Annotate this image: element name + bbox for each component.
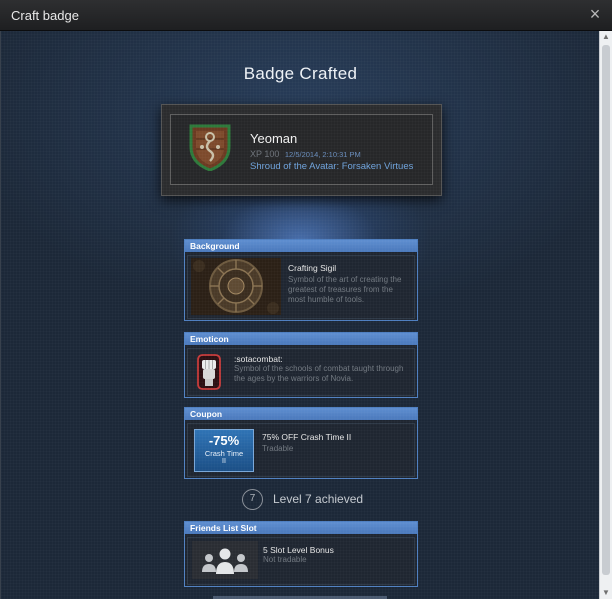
shield-sigil-icon xyxy=(189,124,231,171)
badge-date: 12/5/2014, 2:10:31 PM xyxy=(284,150,361,159)
vertical-scrollbar[interactable]: ▲ ▼ xyxy=(599,31,612,599)
reward-body: Crafting Sigil Symbol of the art of crea… xyxy=(187,255,415,319)
close-icon[interactable]: × xyxy=(587,5,603,23)
reward-type-label: Coupon xyxy=(185,408,417,420)
scroll-up-icon[interactable]: ▲ xyxy=(600,31,612,43)
badge-card-inner: Yeoman XP 100 12/5/2014, 2:10:31 PM Shro… xyxy=(170,114,433,185)
reward-emoticon: Emoticon :sotacombat: Symbol of the scho… xyxy=(184,332,418,398)
reward-description: Tradable xyxy=(262,444,294,453)
badge-card: Yeoman XP 100 12/5/2014, 2:10:31 PM Shro… xyxy=(161,104,442,196)
reward-body: :sotacombat: Symbol of the schools of co… xyxy=(187,348,415,396)
title-bar: Craft badge × xyxy=(0,0,612,31)
level-badge-icon: 7 xyxy=(242,489,263,510)
reward-title: Crafting Sigil xyxy=(288,263,337,273)
reward-coupon: Coupon -75% Crash Time II 75% OFF Crash … xyxy=(184,407,418,479)
reward-type-label: Emoticon xyxy=(185,333,417,345)
reward-description: Symbol of the schools of combat taught t… xyxy=(234,364,404,383)
level-achieved: 7 Level 7 achieved xyxy=(242,489,372,511)
reward-friends-slot: Friends List Slot 5 Slot Level Bonus Not… xyxy=(184,521,418,587)
badge-name: Yeoman xyxy=(250,131,298,146)
reward-body: -75% Crash Time II 75% OFF Crash Time II… xyxy=(187,423,415,477)
window-title: Craft badge xyxy=(11,8,79,23)
coupon-game: Crash Time xyxy=(204,449,244,458)
badge-game-link[interactable]: Shroud of the Avatar: Forsaken Virtues xyxy=(250,161,413,172)
reward-type-label: Friends List Slot xyxy=(185,522,417,534)
scrollbar-thumb[interactable] xyxy=(602,45,610,575)
page-title: Badge Crafted xyxy=(243,64,358,83)
badge-xp: XP 100 xyxy=(250,149,280,159)
reward-body: 5 Slot Level Bonus Not tradable xyxy=(187,537,415,585)
dialog-content: Badge Crafted Yeoman XP 100 12/5/2014, 2… xyxy=(0,31,599,599)
reward-description: Not tradable xyxy=(263,555,307,564)
raised-fist-icon xyxy=(197,354,221,390)
reward-description: Symbol of the art of creating the greate… xyxy=(288,275,402,304)
friends-slot-icon xyxy=(192,541,258,579)
reward-background: Background Crafting Sigil Symbol of the … xyxy=(184,239,418,321)
crafting-sigil-thumbnail xyxy=(191,258,281,315)
reward-title: 75% OFF Crash Time II xyxy=(262,432,352,442)
reward-type-label: Background xyxy=(185,240,417,252)
scroll-down-icon[interactable]: ▼ xyxy=(600,587,612,599)
coupon-discount: -75% xyxy=(208,433,240,448)
badge-meta: XP 100 12/5/2014, 2:10:31 PM xyxy=(250,149,361,159)
reward-title: :sotacombat: xyxy=(234,354,283,364)
coupon-icon: -75% Crash Time II xyxy=(194,429,254,472)
coupon-game-number: II xyxy=(222,458,226,465)
reward-title: 5 Slot Level Bonus xyxy=(263,545,334,555)
level-text: Level 7 achieved xyxy=(273,492,364,506)
